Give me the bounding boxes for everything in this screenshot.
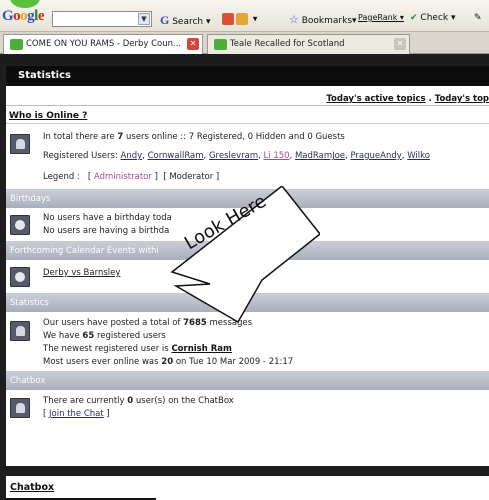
puzzle-icon[interactable] [236, 13, 248, 25]
panel-title: Statistics [6, 66, 489, 86]
legend-moderator: Moderator [169, 172, 214, 182]
user-link[interactable]: Wilko [407, 151, 430, 161]
chatbox-title-link[interactable]: Chatbox [10, 482, 54, 493]
dropdown-icon[interactable]: ▼ [138, 13, 150, 25]
join-chat-link[interactable]: Join the Chat [49, 409, 104, 419]
tab-derby-county[interactable]: COME ON YOU RAMS - Derby Coun... ✕ [3, 34, 203, 54]
newest-user: The newest registered user is Cornish Ra… [43, 344, 232, 354]
tab-bar: COME ON YOU RAMS - Derby Coun... ✕ Teale… [0, 32, 489, 54]
online-total: In total there are 7 users online :: 7 R… [43, 132, 345, 142]
forum-favicon-icon [214, 39, 227, 50]
clock-icon [10, 215, 30, 235]
chatbox-section: Chatbox [6, 476, 489, 500]
google-logo: Google [2, 8, 45, 24]
birthday-upcoming: No users are having a birthda [43, 226, 170, 236]
tab-teale-recalled[interactable]: Teale Recalled for Scotland ✕ [207, 34, 410, 54]
user-link[interactable]: MadRamJoe [295, 151, 345, 161]
chatbox-users: There are currently 0 user(s) on the Cha… [43, 396, 234, 406]
user-link[interactable]: Greslevram [209, 151, 258, 161]
who-online-heading: Who is Online ? [6, 106, 489, 124]
browser-button-icon[interactable] [10, 0, 40, 8]
toolbar-misc-icons[interactable]: ▾ [222, 13, 257, 25]
newest-user-link[interactable]: Cornish Ram [171, 344, 231, 354]
google-search-input[interactable]: ▼ [52, 11, 152, 27]
admin-user-link[interactable]: Li 150 [264, 151, 290, 161]
users-icon [10, 134, 30, 154]
check-icon: ✔ [410, 13, 418, 23]
legend-administrator: Administrator [93, 172, 152, 182]
pagerank-button[interactable]: PageRank ▾ [358, 13, 404, 22]
clock-icon [10, 267, 30, 287]
legend: Legend : [ Administrator ] [ Moderator ] [43, 172, 220, 182]
close-tab-icon[interactable]: ✕ [394, 38, 406, 50]
user-link[interactable]: Andy [121, 151, 143, 161]
bookmarks-button[interactable]: ☆ Bookmarks▾ [289, 13, 357, 26]
subhead-links: Today's active topics . Today's top [6, 86, 489, 106]
registered-count: We have 65 registered users [43, 331, 166, 341]
todays-top-link[interactable]: Today's top [435, 94, 489, 104]
todays-active-topics-link[interactable]: Today's active topics [326, 94, 425, 104]
close-tab-icon[interactable]: ✕ [187, 38, 199, 50]
search-button[interactable]: G Search ▾ [160, 13, 211, 28]
browser-toolbar: Google ▼ G Search ▾ ▾ ☆ Bookmarks▾ PageR… [0, 0, 489, 32]
who-online-row: In total there are 7 users online :: 7 R… [6, 124, 489, 190]
most-online: Most users ever online was 20 on Tue 10 … [43, 357, 294, 367]
join-chat: [ Join the Chat ] [43, 409, 110, 419]
user-link[interactable]: CornwallRam [148, 151, 204, 161]
stats-icon [10, 321, 30, 341]
chat-users-icon [10, 398, 30, 418]
highlighter-icon[interactable]: ✎ [474, 13, 482, 23]
user-link[interactable]: PragueAndy [350, 151, 401, 161]
birthday-today: No users have a birthday toda [43, 213, 172, 223]
star-icon: ☆ [289, 13, 299, 26]
chatbox-row: There are currently 0 user(s) on the Cha… [6, 390, 489, 430]
who-online-link[interactable]: Who is Online ? [9, 111, 87, 121]
google-g-icon: G [160, 13, 170, 27]
registered-users: Registered Users: Andy, CornwallRam, Gre… [43, 151, 430, 161]
forum-favicon-icon [10, 39, 23, 50]
popup-icon[interactable] [222, 13, 234, 25]
chatbox-bar: Chatbox [6, 372, 489, 390]
spellcheck-button[interactable]: ✔ Check ▾ [410, 13, 456, 23]
event-link[interactable]: Derby vs Barnsley [43, 268, 120, 278]
